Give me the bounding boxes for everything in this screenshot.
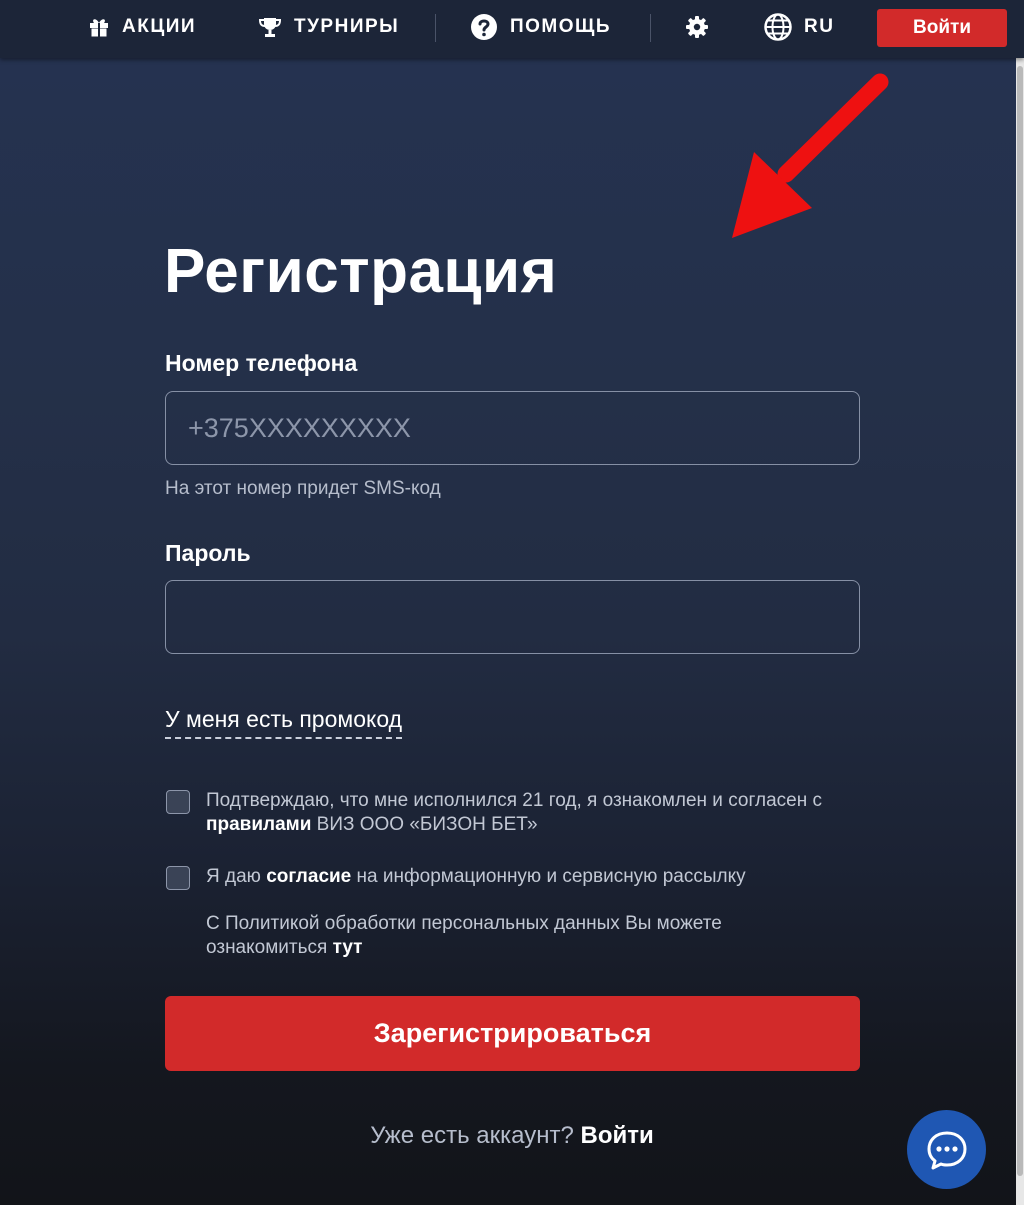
phone-label: Номер телефона bbox=[165, 350, 358, 376]
trophy-icon bbox=[258, 18, 282, 37]
language-selector[interactable]: RU bbox=[764, 0, 834, 54]
rules-link[interactable]: правилами bbox=[206, 814, 311, 835]
nav-help-label: ПОМОЩЬ bbox=[510, 16, 612, 37]
language-label: RU bbox=[804, 16, 835, 37]
mailing-text-part: на информационную и сервисную рассылку bbox=[351, 866, 746, 887]
gear-icon bbox=[686, 16, 708, 38]
header-login-button[interactable]: Войти bbox=[877, 9, 1007, 47]
phone-hint: На этот номер придет SMS-код bbox=[165, 478, 441, 499]
nav-divider bbox=[435, 14, 436, 42]
password-label: Пароль bbox=[165, 540, 251, 566]
mailing-consent-checkbox[interactable] bbox=[166, 866, 190, 890]
have-account-text: Уже есть аккаунт? bbox=[370, 1122, 574, 1149]
privacy-text: С Политикой обработки персональных данны… bbox=[206, 913, 722, 958]
age-confirm-text: Подтверждаю, что мне исполнился 21 год, … bbox=[206, 789, 866, 837]
page-title: Регистрация bbox=[164, 237, 558, 306]
chat-bubble-icon bbox=[927, 1131, 966, 1169]
nav-promotions[interactable]: АКЦИИ bbox=[88, 0, 196, 54]
age-confirm-checkbox[interactable] bbox=[166, 790, 190, 814]
password-input[interactable] bbox=[165, 580, 860, 654]
promo-code-link[interactable]: У меня есть промокод bbox=[165, 706, 403, 739]
gift-icon bbox=[90, 19, 108, 37]
page-scrollbar[interactable] bbox=[1016, 58, 1024, 1205]
age-confirm-text-part: Подтверждаю, что мне исполнился 21 год, … bbox=[206, 790, 822, 811]
nav-divider bbox=[650, 14, 651, 42]
nav-tournaments-label: ТУРНИРЫ bbox=[294, 16, 400, 37]
nav-tournaments[interactable]: ТУРНИРЫ bbox=[258, 0, 399, 54]
age-confirm-text-part: ВИЗ ООО «БИЗОН БЕТ» bbox=[311, 814, 538, 835]
have-account-row: Уже есть аккаунт? Войти bbox=[0, 1122, 1024, 1150]
privacy-policy-link[interactable]: тут bbox=[333, 937, 363, 958]
nav-promotions-label: АКЦИИ bbox=[122, 16, 197, 37]
mailing-consent-text: Я даю согласие на информационную и серви… bbox=[206, 865, 866, 889]
nav-help[interactable]: ПОМОЩЬ bbox=[470, 0, 611, 54]
globe-icon bbox=[764, 13, 792, 41]
scrollbar-thumb[interactable] bbox=[1017, 66, 1023, 1176]
privacy-policy-note: С Политикой обработки персональных данны… bbox=[206, 912, 786, 960]
top-navigation: АКЦИИ ТУРНИРЫ ПОМОЩЬ RU Войти bbox=[0, 0, 1024, 58]
question-circle-icon bbox=[471, 14, 497, 40]
consent-link[interactable]: согласие bbox=[266, 866, 351, 887]
mailing-text-part: Я даю bbox=[206, 866, 267, 887]
support-chat-button[interactable] bbox=[907, 1110, 986, 1189]
red-arrow-icon bbox=[732, 73, 889, 238]
settings-button[interactable] bbox=[685, 0, 709, 54]
phone-input[interactable] bbox=[165, 391, 860, 465]
register-button[interactable]: Зарегистрироваться bbox=[165, 996, 860, 1071]
footer-login-link[interactable]: Войти bbox=[580, 1122, 653, 1149]
